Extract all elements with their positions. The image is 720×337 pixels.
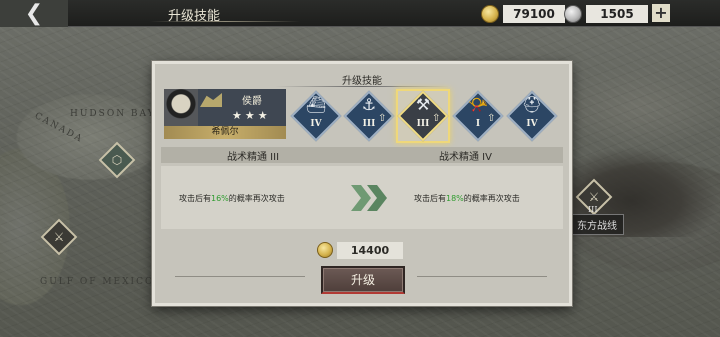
skill-level: IV [310,119,322,129]
bugle-icon: 📯 [468,95,488,114]
dialog-title: 升级技能 [342,76,382,87]
map-label-hudson: HUDSON BAY [70,109,156,119]
desc-text: 的概率再次攻击 [463,194,520,203]
silver-coin-icon [564,4,582,23]
skill-level: I [475,119,481,129]
upgrade-arrow-icon: ⇧ [378,113,387,124]
cost-amount: 14400 [337,241,403,259]
officer-rank: 侯爵 [242,96,262,107]
skill-slot-3-selected[interactable]: ⚒ III ⇧ [396,89,450,143]
silver-amount: 1505 [586,4,648,23]
hexagon-icon: ⬡ [111,153,123,167]
desc-text: 攻击后有 [414,194,446,203]
divider-right [417,276,547,277]
gold-amount: 79100 [503,4,565,23]
next-skill-desc: 攻击后有18%的概率再次攻击 [414,193,520,204]
current-skill-desc: 攻击后有16%的概率再次攻击 [179,193,285,204]
divider-left [175,276,305,277]
skill-level: III [416,119,430,129]
next-skill-name: 战术精通 IV [439,152,492,163]
dialog-title-line [275,86,449,87]
officer-card[interactable]: 侯爵 ★★★ 希佩尔 [164,89,286,139]
upgrade-button[interactable]: 升级 [321,266,405,294]
skill-slot-1[interactable]: ⛴ IV [290,90,342,142]
upgrade-arrow-icon: ⇧ [487,113,496,124]
skill-slot-5[interactable]: ⛑ IV [506,90,558,142]
current-skill-name: 战术精通 III [227,152,280,163]
officer-portrait [164,89,198,126]
battleship-icon: ⛴ [305,95,327,114]
upgrade-cost: 14400 [317,241,403,259]
gold-counter: 79100 [481,3,565,24]
chevron-left-icon: ❮ [24,1,44,26]
officer-name: 希佩尔 [164,126,286,139]
upgrade-arrow-icon: ⇧ [432,113,441,124]
next-pct: 18% [446,194,464,203]
silver-counter: 1505 [564,3,648,24]
front-level: III [588,205,598,214]
officer-stars: ★★★ [232,109,271,122]
helmet-icon: ⛑ [521,95,543,114]
gold-coin-icon [481,4,499,23]
desc-text: 攻击后有 [179,194,211,203]
back-button[interactable]: ❮ [0,0,68,27]
current-pct: 16% [211,194,229,203]
gold-coin-icon [317,242,333,258]
desc-text: 的概率再次攻击 [228,194,285,203]
eastern-front-label: 东方战线 [570,214,624,235]
top-bar: ❮ 升级技能 79100 1505 + [0,0,720,27]
add-currency-button[interactable]: + [652,4,670,22]
skill-slot-2[interactable]: ⚓ III ⇧ [343,90,395,142]
map-label-gulf: GULF OF MEXICO [40,277,155,287]
tools-icon: ⚒ [415,95,431,114]
crossed-swords-icon: ⚔ [53,230,65,244]
skill-level: III [362,119,376,129]
skill-name-bar: 战术精通 III 战术精通 IV [161,147,563,163]
skill-level: IV [526,119,538,129]
skill-slot-4[interactable]: 📯 I ⇧ [452,90,504,142]
anchor-icon: ⚓ [361,95,377,114]
title-underline [150,21,300,22]
upgrade-skill-dialog: 升级技能 侯爵 ★★★ 希佩尔 ⛴ IV ⚓ III ⇧ ⚒ III ⇧ 📯 I… [152,61,572,306]
double-chevron-right-icon [351,185,387,211]
skill-description-panel: 攻击后有16%的概率再次攻击 攻击后有18%的概率再次攻击 [161,166,563,229]
